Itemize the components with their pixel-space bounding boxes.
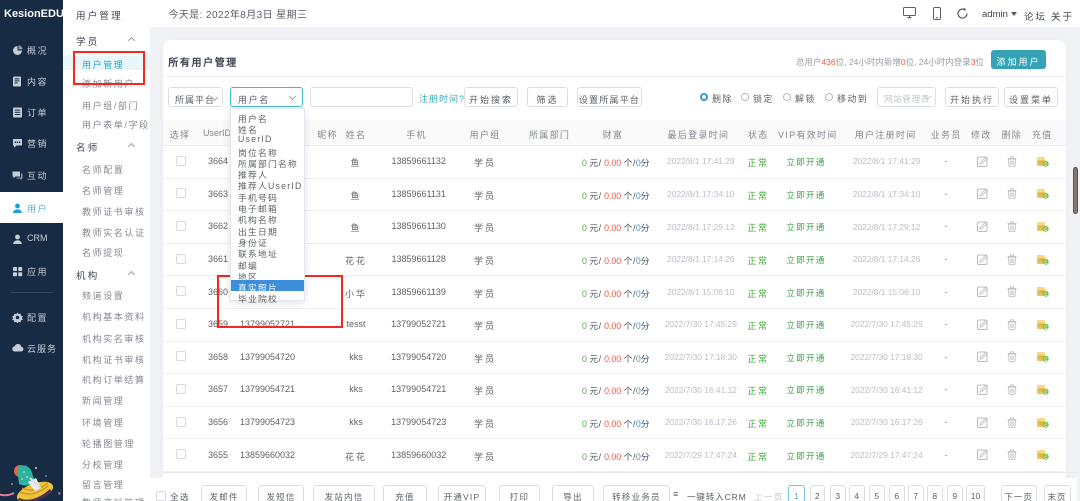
svg-text:c: c <box>1044 357 1047 362</box>
svg-text:c: c <box>1044 422 1047 427</box>
svg-text:c: c <box>1044 194 1047 199</box>
svg-text:c: c <box>1044 455 1047 460</box>
svg-text:c: c <box>1044 227 1047 232</box>
svg-text:c: c <box>1044 390 1047 395</box>
svg-text:c: c <box>1044 162 1047 167</box>
svg-text:c: c <box>1044 292 1047 297</box>
svg-text:c: c <box>1044 259 1047 264</box>
svg-text:c: c <box>1044 325 1047 330</box>
